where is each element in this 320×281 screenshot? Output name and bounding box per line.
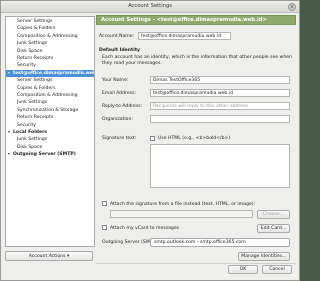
email-label: Email Address: bbox=[102, 91, 137, 96]
account-name-label: Account Name: bbox=[99, 34, 135, 39]
tree-item-label: Local Folders bbox=[13, 130, 48, 135]
chevron-down-icon: ▾ bbox=[66, 254, 70, 259]
expand-triangle-icon[interactable]: ▾ bbox=[8, 151, 10, 158]
signature-label: Signature text: bbox=[102, 136, 137, 141]
tree-item-label: Outgoing Server (SMTP) bbox=[13, 152, 76, 158]
manage-identities-label: Manage Identities... bbox=[241, 254, 287, 259]
tree-item[interactable]: Synchronization & Storage bbox=[6, 107, 94, 114]
account-actions-label: Account Actions bbox=[28, 254, 66, 259]
tree-item-label: Security bbox=[17, 63, 36, 69]
tree-item-label: Synchronization & Storage bbox=[17, 107, 79, 113]
tree-item-label: Server Settings bbox=[17, 19, 53, 24]
account-name-field[interactable]: test@office.dimaspramudia.web.id bbox=[138, 32, 231, 40]
account-actions-button[interactable]: Account Actions ▾ bbox=[5, 251, 93, 261]
account-settings-window: Account Settings ✕ Server Settings Copies… bbox=[0, 0, 300, 281]
organization-label: Organization: bbox=[102, 117, 133, 122]
tree-item[interactable]: Composition & Addressing bbox=[6, 33, 94, 40]
tree-item[interactable]: Return Receipts bbox=[6, 55, 94, 62]
tree-item[interactable]: Junk Settings bbox=[6, 136, 94, 143]
tree-item[interactable]: Junk Settings bbox=[6, 40, 94, 47]
tree-item[interactable]: Security bbox=[6, 62, 94, 69]
organization-field[interactable] bbox=[150, 115, 290, 123]
smtp-server-value: smtp.outlook.com - smtp.office365.com bbox=[154, 239, 246, 245]
footer-divider bbox=[96, 263, 296, 264]
tree-item-label: Server Settings bbox=[17, 78, 53, 84]
use-html-label: Use HTML (e.g., <b>bold</b>) bbox=[158, 136, 231, 141]
expand-triangle-icon[interactable]: ▾ bbox=[8, 129, 10, 136]
tree-account-node[interactable]: ▾ Outgoing Server (SMTP) bbox=[6, 151, 94, 158]
tree-item-label: test@office.dimaspramudia.web.id bbox=[13, 70, 94, 76]
tree-item-label: Copies & Folders bbox=[17, 26, 56, 32]
signature-textarea[interactable] bbox=[150, 144, 290, 188]
account-name-value: test@office.dimaspramudia.web.id bbox=[141, 34, 221, 39]
account-header-label: Account Settings - <test@office.dimaspra… bbox=[101, 17, 267, 23]
tree-item[interactable]: Copies & Folders bbox=[6, 25, 94, 32]
your-name-value: Dimas TestOffice365 bbox=[153, 78, 201, 83]
use-html-checkbox[interactable] bbox=[150, 135, 155, 141]
window-titlebar[interactable]: Account Settings ✕ bbox=[1, 1, 299, 13]
tree-item[interactable]: Copies & Folders bbox=[6, 85, 94, 92]
ok-button[interactable]: OK bbox=[228, 265, 258, 274]
tree-item[interactable]: Security bbox=[6, 122, 94, 129]
tree-item[interactable]: Junk Settings bbox=[6, 99, 94, 106]
attach-vcard-label: Attach my vCard to messages bbox=[110, 225, 180, 231]
choose-file-label: Choose... bbox=[262, 211, 285, 217]
cancel-label: Cancel bbox=[269, 267, 285, 272]
reply-to-placeholder: Recipients will reply to this other addr… bbox=[153, 104, 248, 109]
tree-item-label: Composition & Addressing bbox=[17, 33, 78, 39]
reply-to-label: Reply-to Address: bbox=[102, 104, 143, 109]
expand-triangle-icon[interactable]: ▾ bbox=[8, 70, 10, 77]
email-value: test@office.dimaspramudia.web.id bbox=[153, 91, 233, 96]
tree-item-label: Disk Space bbox=[17, 144, 43, 150]
tree-account-node[interactable]: ▾ Local Folders bbox=[6, 129, 94, 136]
tree-account-node[interactable]: ▾ test@office.dimaspramudia.web.id bbox=[6, 69, 94, 78]
default-identity-heading: Default Identity bbox=[99, 48, 141, 53]
tree-item-label: Junk Settings bbox=[17, 137, 48, 143]
identity-description: Each account has an identity, which is t… bbox=[102, 55, 292, 67]
tree-item[interactable]: Return Receipts bbox=[6, 114, 94, 121]
signature-file-path[interactable] bbox=[110, 210, 253, 218]
attach-vcard-checkbox[interactable] bbox=[102, 225, 107, 230]
close-icon[interactable]: ✕ bbox=[288, 3, 296, 11]
window-title: Account Settings bbox=[128, 3, 172, 9]
your-name-label: Your Name: bbox=[102, 78, 129, 83]
account-tree[interactable]: Server Settings Copies & Folders Compositi… bbox=[5, 16, 95, 247]
tree-item[interactable]: Composition & Addressing bbox=[6, 92, 94, 99]
choose-file-button[interactable]: Choose... bbox=[257, 209, 290, 219]
edit-card-button[interactable]: Edit Card... bbox=[257, 223, 290, 233]
edit-card-label: Edit Card... bbox=[260, 225, 287, 231]
tree-item[interactable]: Server Settings bbox=[6, 77, 94, 84]
reply-to-field[interactable]: Recipients will reply to this other addr… bbox=[150, 102, 290, 110]
smtp-server-select[interactable]: smtp.outlook.com - smtp.office365.com bbox=[150, 237, 290, 247]
tree-item-label: Return Receipts bbox=[17, 115, 54, 121]
tree-item-label: Return Receipts bbox=[17, 56, 54, 61]
your-name-field[interactable]: Dimas TestOffice365 bbox=[150, 76, 290, 84]
tree-item-label: Disk Space bbox=[17, 48, 43, 54]
tree-item-label: Composition & Addressing bbox=[17, 93, 78, 98]
tree-item-label: Junk Settings bbox=[17, 41, 48, 47]
tree-item[interactable]: Disk Space bbox=[6, 48, 94, 55]
tree-item-label: Copies & Folders bbox=[17, 85, 56, 91]
tree-item[interactable]: Disk Space bbox=[6, 144, 94, 151]
email-field[interactable]: test@office.dimaspramudia.web.id bbox=[150, 89, 290, 97]
manage-identities-button[interactable]: Manage Identities... bbox=[238, 252, 290, 261]
ok-label: OK bbox=[239, 267, 247, 272]
tree-item-label: Junk Settings bbox=[17, 100, 48, 106]
account-header-bar: Account Settings - <test@office.dimaspra… bbox=[96, 15, 296, 25]
tree-item[interactable]: Server Settings bbox=[6, 18, 94, 25]
tree-item-label: Security bbox=[17, 122, 36, 128]
attach-signature-label: Attach the signature from a file instead… bbox=[110, 201, 256, 207]
attach-signature-checkbox[interactable] bbox=[102, 201, 107, 206]
cancel-button[interactable]: Cancel bbox=[262, 265, 292, 274]
